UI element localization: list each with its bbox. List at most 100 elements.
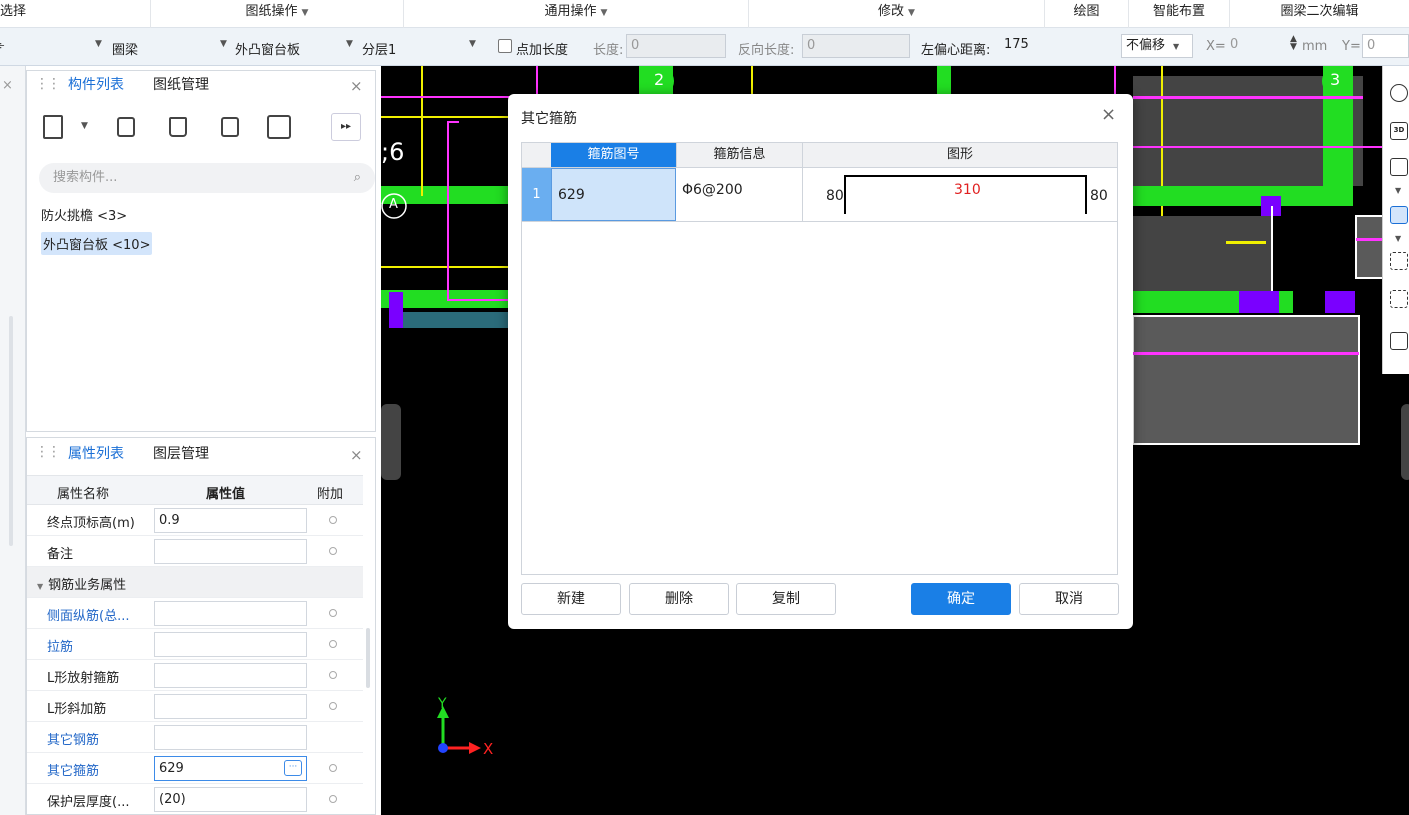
y-input[interactable]: 0 (1362, 34, 1409, 58)
cube-select-icon[interactable] (1390, 290, 1408, 308)
origin-dot (438, 743, 448, 753)
extra-radio[interactable] (329, 640, 337, 648)
combo-layer[interactable]: 分层1 (362, 39, 396, 58)
3d-view-icon[interactable]: 3D (1390, 122, 1408, 140)
new-button[interactable]: 新建 (521, 583, 621, 615)
orbit-icon[interactable] (1390, 84, 1408, 102)
drag-handle-icon[interactable]: ⋮⋮ (35, 76, 61, 92)
property-value-input[interactable] (154, 725, 307, 750)
ok-button[interactable]: 确定 (911, 583, 1011, 615)
property-value-input[interactable] (154, 539, 307, 564)
extra-radio[interactable] (329, 609, 337, 617)
add-length-checkbox[interactable] (498, 39, 512, 53)
x-stepper[interactable]: ▲ ▼ (1290, 35, 1297, 52)
col-property-name: 属性名称 (57, 487, 110, 502)
stirrup-info-cell[interactable]: Φ6@200 (682, 182, 743, 198)
shift-select[interactable]: 不偏移 ▼ (1121, 34, 1193, 58)
property-value-input[interactable] (154, 601, 307, 626)
chevron-down-icon: ▼ (37, 582, 44, 591)
reverse-length-input[interactable]: 0 (802, 34, 910, 58)
length-input[interactable]: 0 (626, 34, 726, 58)
tab-component-list[interactable]: 构件列表 (68, 71, 124, 101)
close-icon[interactable]: × (1101, 104, 1116, 125)
modify-menu[interactable]: 修改 ▼ (748, 0, 1044, 28)
search-input[interactable]: 搜索构件... ⌕ (39, 163, 375, 193)
select-menu[interactable]: 选择 (0, 0, 150, 28)
draw-menu[interactable]: 绘图 (1044, 0, 1128, 28)
line-yellow (381, 266, 521, 268)
delete-icon[interactable] (169, 117, 187, 137)
solid-view-icon[interactable] (1390, 206, 1408, 224)
properties-view-icon[interactable] (1390, 332, 1408, 350)
combo-ring-beam[interactable]: 圈梁 (112, 39, 138, 58)
smart-layout-menu[interactable]: 智能布置 (1128, 0, 1229, 28)
save-template-icon[interactable] (267, 115, 291, 139)
x-axis-label: X (483, 740, 494, 758)
close-icon[interactable]: × (350, 446, 363, 464)
chevron-down-icon[interactable]: ▼ (1395, 186, 1401, 195)
box-view-icon[interactable] (1390, 158, 1408, 176)
scrollbar[interactable] (366, 628, 370, 688)
list-item[interactable]: 防火挑檐 <3> (41, 205, 127, 224)
left-offset-input[interactable]: 175 (1000, 34, 1102, 58)
line-magenta (447, 121, 449, 301)
stirrup-code-cell[interactable]: 629 (551, 168, 676, 221)
table-row: 拉筋 (27, 629, 363, 660)
copy-icon[interactable] (117, 117, 135, 137)
property-value-input[interactable] (154, 694, 307, 719)
property-value-text: 629 (159, 761, 184, 776)
combo-1[interactable]: ÷ (0, 39, 5, 52)
tab-drawing-management[interactable]: 图纸管理 (153, 71, 209, 101)
group-header-row[interactable]: ▼ 钢筋业务属性 (27, 567, 363, 598)
chevron-down-icon[interactable]: ▼ (81, 121, 88, 131)
collapse-handle[interactable] (381, 404, 401, 480)
col-shape[interactable]: 图形 (802, 143, 1117, 167)
property-value-input[interactable]: (20) (154, 787, 307, 812)
drawing-ops-label: 图纸操作 (245, 4, 298, 19)
drawing-ops-menu[interactable]: 图纸操作 ▼ (150, 0, 403, 28)
new-component-icon[interactable] (43, 115, 63, 139)
col-stirrup-code[interactable]: 箍筋图号 (551, 143, 676, 167)
extra-radio[interactable] (329, 547, 337, 555)
chevron-down-icon[interactable]: ▼ (346, 39, 353, 49)
close-icon[interactable]: × (2, 78, 13, 93)
more-icon[interactable]: ··· (284, 760, 302, 776)
table-row[interactable]: 1 629 Φ6@200 80 310 80 (522, 168, 1117, 222)
col-stirrup-info[interactable]: 箍筋信息 (676, 143, 802, 167)
property-value-input[interactable]: 0.9 (154, 508, 307, 533)
select-region-icon[interactable] (1390, 252, 1408, 270)
list-item-selected[interactable]: 外凸窗台板 <10> (41, 232, 153, 255)
ring-beam-edit-menu[interactable]: 圈梁二次编辑 (1229, 0, 1409, 28)
line-yellow (1226, 241, 1266, 244)
chevron-down-icon[interactable]: ▼ (469, 39, 476, 49)
extra-radio[interactable] (329, 516, 337, 524)
property-value-input[interactable] (154, 663, 307, 688)
property-value-input[interactable]: 629 ··· (154, 756, 307, 781)
tab-property-list[interactable]: 属性列表 (68, 440, 124, 470)
extra-radio[interactable] (329, 702, 337, 710)
combo-component[interactable]: 外凸窗台板 (235, 39, 300, 58)
extra-radio[interactable] (329, 671, 337, 679)
cancel-button[interactable]: 取消 (1019, 583, 1119, 615)
chevron-down-icon[interactable]: ▼ (1395, 234, 1401, 243)
scrollbar[interactable] (9, 316, 13, 546)
duplicate-icon[interactable] (221, 117, 239, 137)
more-icon[interactable]: ▸▸ (331, 113, 361, 141)
collapse-handle[interactable] (1401, 404, 1409, 480)
extra-radio[interactable] (329, 764, 337, 772)
property-value-input[interactable] (154, 632, 307, 657)
group-label: ▼ 钢筋业务属性 (37, 574, 126, 593)
copy-button[interactable]: 复制 (736, 583, 836, 615)
general-ops-menu[interactable]: 通用操作 ▼ (403, 0, 748, 28)
extra-radio[interactable] (329, 795, 337, 803)
drag-handle-icon[interactable]: ⋮⋮ (35, 444, 61, 460)
chevron-down-icon[interactable]: ▼ (220, 39, 227, 49)
chevron-down-icon[interactable]: ▼ (95, 39, 102, 49)
general-ops-label: 通用操作 (544, 4, 597, 19)
delete-button[interactable]: 删除 (629, 583, 729, 615)
shape-cell[interactable]: 80 310 80 (802, 168, 1117, 221)
tab-layer-management[interactable]: 图层管理 (153, 440, 209, 470)
close-icon[interactable]: × (350, 77, 363, 95)
table-header: 箍筋图号 箍筋信息 图形 (522, 143, 1117, 168)
property-list-panel: ⋮⋮ 属性列表 图层管理 × 属性名称 属性值 附加 终点顶标高(m) 0.9 备… (26, 437, 376, 815)
